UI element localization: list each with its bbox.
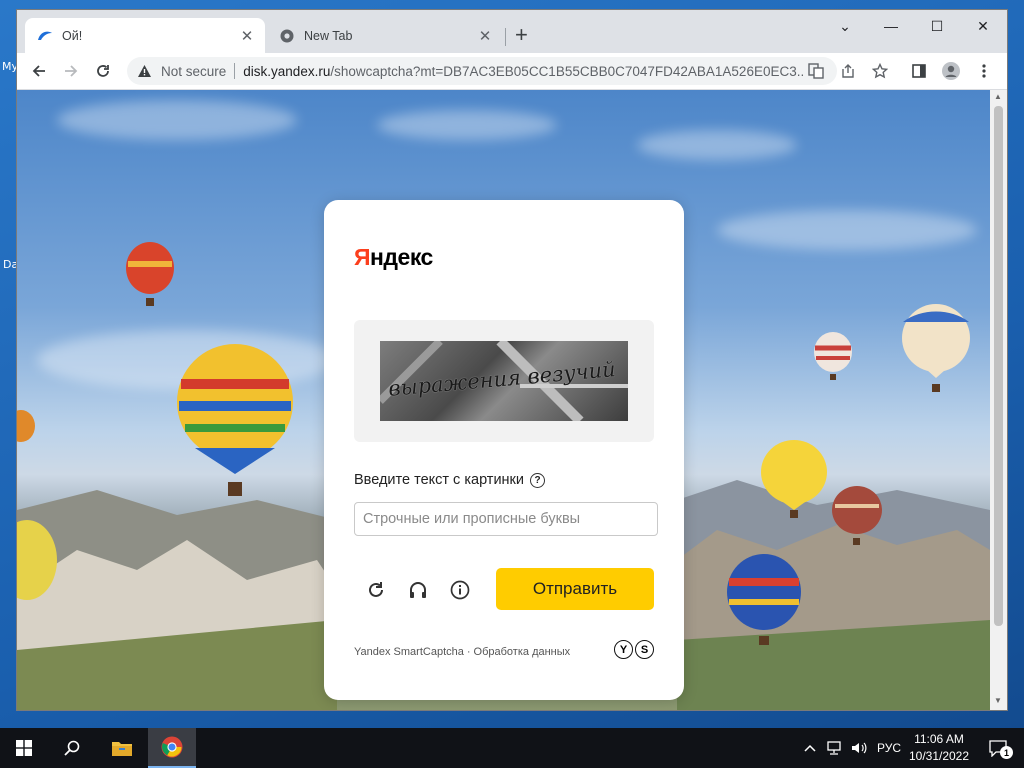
maximize-icon[interactable]: ☐ bbox=[914, 14, 960, 38]
show-hidden-icons-chevron-icon[interactable] bbox=[800, 728, 820, 768]
tab-bar: Ой! ✕ New Tab ✕ + ⌄ — ☐ ✕ bbox=[17, 10, 1007, 53]
menu-kebab-icon[interactable] bbox=[975, 62, 993, 80]
captcha-image-container: выражения везучий bbox=[354, 320, 654, 442]
balloon-image bbox=[832, 486, 882, 545]
badge-letter: S bbox=[635, 640, 654, 659]
chrome-icon bbox=[279, 28, 295, 44]
smartcaptcha-badge-icon: YS bbox=[612, 640, 654, 659]
yandex-logo-letter: Я bbox=[354, 244, 371, 270]
captcha-label-text: Введите текст с картинки bbox=[354, 472, 524, 488]
page-viewport: Яндекс выражения везучий Введите текст с… bbox=[17, 90, 990, 710]
tab-captcha[interactable]: Ой! ✕ bbox=[25, 18, 265, 53]
balloon-image bbox=[814, 332, 852, 380]
tab-title: New Tab bbox=[304, 28, 353, 43]
balloon-image bbox=[727, 554, 801, 645]
volume-icon[interactable] bbox=[848, 728, 870, 768]
captcha-text-input[interactable] bbox=[354, 502, 658, 536]
captcha-footer: Yandex SmartCaptcha · Обработка данных bbox=[354, 646, 570, 658]
back-arrow-icon[interactable] bbox=[27, 59, 51, 83]
yandex-logo-rest: ндекс bbox=[370, 244, 433, 270]
clock-date[interactable]: 10/31/2022 bbox=[906, 749, 972, 763]
tab-close-icon[interactable]: ✕ bbox=[237, 27, 257, 45]
search-icon[interactable] bbox=[48, 728, 96, 768]
captcha-input-label: Введите текст с картинки ? bbox=[354, 472, 545, 488]
close-window-icon[interactable]: ✕ bbox=[960, 14, 1006, 38]
data-processing-link[interactable]: Обработка данных bbox=[474, 646, 571, 658]
balloon-image bbox=[17, 410, 35, 442]
audio-headphones-icon[interactable] bbox=[406, 578, 430, 602]
address-divider bbox=[234, 63, 236, 79]
input-language[interactable]: РУС bbox=[872, 741, 906, 755]
vertical-scrollbar[interactable]: ▲ ▼ bbox=[990, 90, 1007, 710]
network-icon[interactable] bbox=[824, 728, 846, 768]
file-explorer-icon[interactable] bbox=[98, 728, 146, 768]
url-host: disk.yandex.ru bbox=[243, 63, 331, 79]
tab-title: Ой! bbox=[62, 28, 83, 43]
balloon-image bbox=[902, 304, 970, 392]
new-tab-plus-icon[interactable]: + bbox=[515, 24, 528, 46]
tab-new-tab[interactable]: New Tab ✕ bbox=[267, 18, 503, 53]
notification-center-icon[interactable]: 1 bbox=[978, 728, 1018, 768]
url-text[interactable]: disk.yandex.ru/showcaptcha?mt=DB7AC3EB05… bbox=[243, 64, 803, 79]
chrome-taskbar-icon[interactable] bbox=[148, 728, 196, 768]
balloon-image bbox=[761, 440, 827, 518]
badge-letter: Y bbox=[614, 640, 633, 659]
footer-separator: · bbox=[466, 646, 471, 658]
browser-window: Ой! ✕ New Tab ✕ + ⌄ — ☐ ✕ Not secure dis… bbox=[17, 10, 1007, 710]
desktop-icon-label-da[interactable]: Da bbox=[3, 258, 18, 271]
reload-icon[interactable] bbox=[91, 59, 115, 83]
balloon-image bbox=[17, 520, 57, 600]
forward-arrow-icon[interactable] bbox=[59, 59, 83, 83]
footer-brand[interactable]: Yandex SmartCaptcha bbox=[354, 646, 464, 658]
captcha-card: Яндекс выражения везучий Введите текст с… bbox=[324, 200, 684, 700]
captcha-image: выражения везучий bbox=[380, 341, 628, 421]
share-icon[interactable] bbox=[839, 62, 857, 80]
taskbar: РУС 11:06 AM 10/31/2022 1 bbox=[0, 728, 1024, 768]
info-icon[interactable] bbox=[448, 578, 472, 602]
browser-toolbar: Not secure disk.yandex.ru/showcaptcha?mt… bbox=[17, 53, 1007, 90]
scrollbar-thumb[interactable] bbox=[994, 106, 1003, 626]
address-bar[interactable]: Not secure disk.yandex.ru/showcaptcha?mt… bbox=[127, 57, 837, 85]
yandex-disk-icon bbox=[37, 28, 53, 44]
translate-icon[interactable] bbox=[807, 62, 825, 80]
windows-start-icon[interactable] bbox=[0, 728, 48, 768]
tab-search-chevron-icon[interactable]: ⌄ bbox=[822, 14, 868, 38]
side-panel-icon[interactable] bbox=[910, 62, 928, 80]
scroll-up-arrow-icon[interactable]: ▲ bbox=[994, 92, 1002, 101]
submit-button[interactable]: Отправить bbox=[496, 568, 654, 610]
security-status[interactable]: Not secure bbox=[161, 64, 226, 79]
yandex-logo: Яндекс bbox=[354, 244, 433, 271]
minimize-icon[interactable]: — bbox=[868, 14, 914, 38]
url-path: /showcaptcha?mt=DB7AC3EB05CC1B55CBB0C704… bbox=[330, 63, 804, 79]
bookmark-star-icon[interactable] bbox=[871, 62, 889, 80]
tab-close-icon[interactable]: ✕ bbox=[475, 27, 495, 45]
profile-avatar-icon[interactable] bbox=[942, 62, 960, 80]
scroll-down-arrow-icon[interactable]: ▼ bbox=[994, 696, 1002, 705]
refresh-icon[interactable] bbox=[364, 578, 388, 602]
desktop-icon-label-my[interactable]: My bbox=[2, 60, 18, 73]
warning-triangle-icon[interactable] bbox=[137, 63, 153, 79]
notification-count-badge: 1 bbox=[1000, 746, 1013, 759]
balloon-image bbox=[126, 242, 174, 306]
balloon-image bbox=[177, 344, 293, 496]
clock-time[interactable]: 11:06 AM bbox=[906, 732, 972, 746]
help-question-icon[interactable]: ? bbox=[530, 472, 545, 488]
tab-separator bbox=[505, 28, 506, 46]
